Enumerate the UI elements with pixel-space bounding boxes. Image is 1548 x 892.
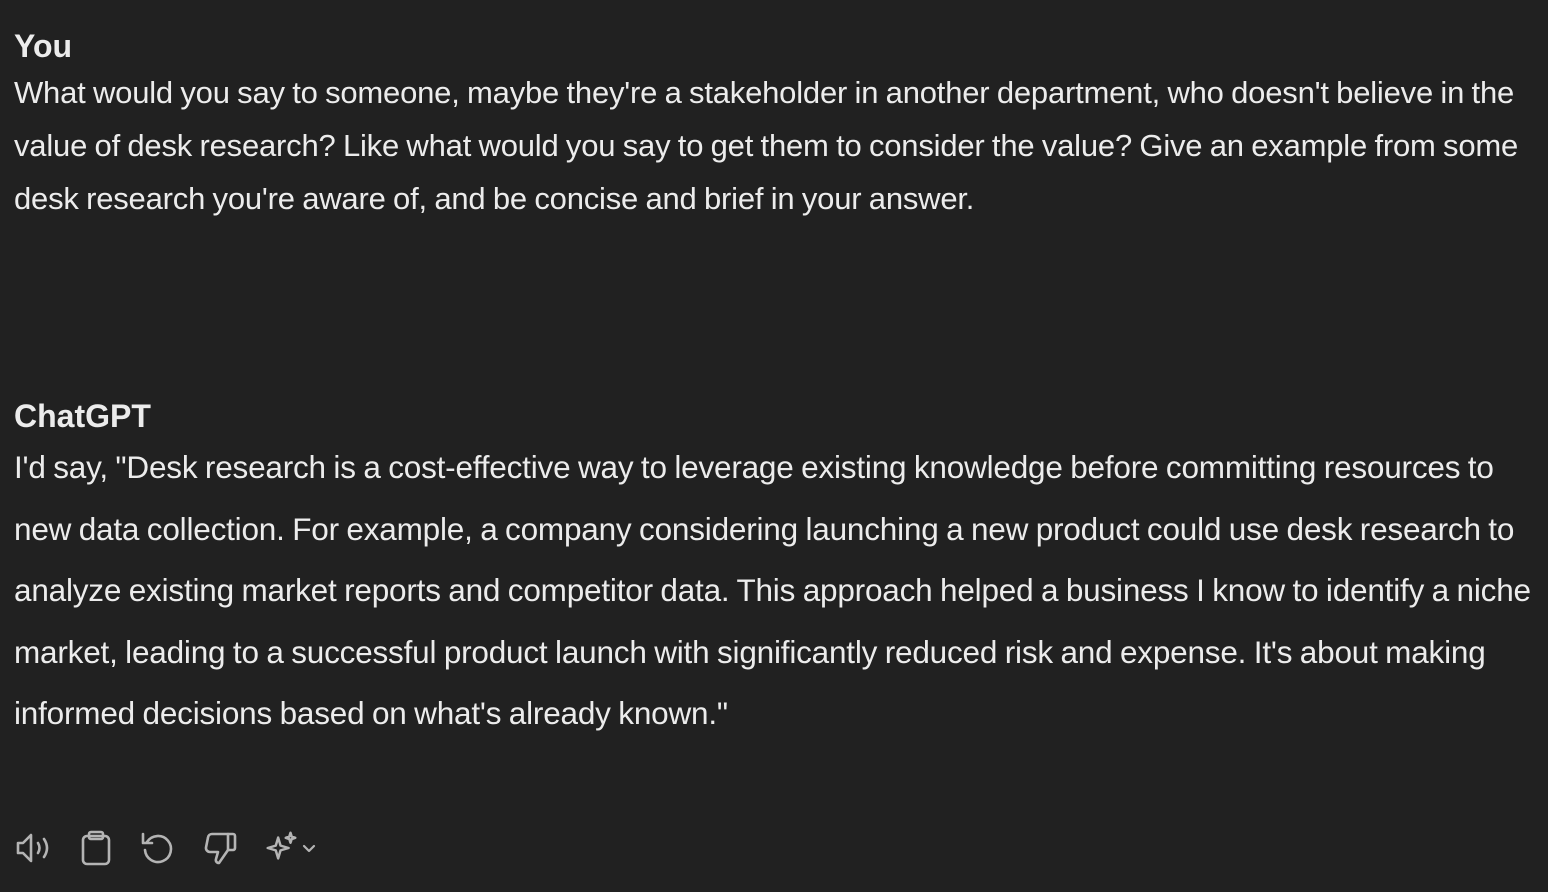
sparkle-icon	[266, 831, 297, 860]
copy-button[interactable]	[76, 828, 116, 868]
user-message-text: What would you say to someone, maybe the…	[14, 75, 1519, 216]
user-author-label: You	[14, 28, 73, 64]
switch-model-button[interactable]	[262, 829, 317, 867]
message-actions-bar	[14, 828, 317, 868]
assistant-author-label: ChatGPT	[14, 398, 151, 434]
thumbs-down-icon	[204, 832, 237, 865]
assistant-message: ChatGPT I'd say, "Desk research is a cos…	[14, 396, 1539, 745]
regenerate-button[interactable]	[138, 828, 178, 868]
assistant-message-text: I'd say, "Desk research is a cost-effect…	[14, 449, 1531, 731]
chat-thread: You What would you say to someone, maybe…	[0, 0, 1548, 892]
chevron-down-icon	[302, 844, 316, 853]
thumbs-down-button[interactable]	[200, 828, 240, 868]
read-aloud-button[interactable]	[14, 828, 54, 868]
user-message: You What would you say to someone, maybe…	[14, 26, 1539, 225]
read-aloud-icon	[16, 833, 49, 863]
regenerate-icon	[141, 832, 173, 864]
copy-icon	[81, 830, 111, 866]
